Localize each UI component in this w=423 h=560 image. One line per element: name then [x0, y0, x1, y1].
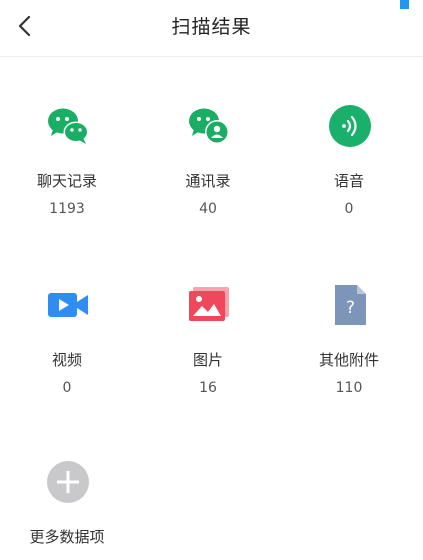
tile-more-data[interactable]: 更多数据项 [2, 460, 132, 555]
tile-count: 0 [62, 380, 72, 396]
tile-contacts[interactable]: 通讯录 40 [143, 104, 273, 229]
image-icon [187, 283, 231, 327]
scan-results-screen: 扫描结果 聊天记录 1193 通讯录 40 语音 0 视频 0 图片 16 ? … [0, 0, 423, 560]
tile-count: 40 [199, 201, 217, 217]
svg-text:?: ? [346, 298, 355, 318]
tile-video[interactable]: 视频 0 [2, 283, 132, 408]
voice-icon [328, 104, 372, 148]
tile-label: 聊天记录 [36, 172, 97, 190]
tile-label: 视频 [51, 351, 82, 369]
tile-chat-records[interactable]: 聊天记录 1193 [2, 104, 132, 229]
header-bar: 扫描结果 [0, 0, 423, 57]
tile-images[interactable]: 图片 16 [143, 283, 273, 408]
video-camera-icon [46, 283, 90, 327]
tile-label: 图片 [192, 351, 223, 369]
tile-label: 通讯录 [185, 172, 231, 190]
tile-count: 1193 [49, 201, 85, 217]
page-title: 扫描结果 [171, 16, 252, 38]
unknown-file-icon: ? [328, 283, 372, 327]
status-indicator [400, 0, 409, 9]
tile-voice[interactable]: 语音 0 [284, 104, 414, 229]
tile-other-attachments[interactable]: ? 其他附件 110 [284, 283, 414, 408]
tile-label: 语音 [333, 172, 364, 190]
tile-count: 0 [344, 201, 354, 217]
tile-count: 16 [199, 380, 217, 396]
wechat-contacts-icon [187, 104, 231, 148]
tile-label: 其他附件 [318, 351, 379, 369]
tile-label: 更多数据项 [29, 528, 105, 546]
wechat-chat-icon [46, 104, 90, 148]
plus-circle-icon [46, 460, 90, 504]
tile-count: 110 [335, 380, 363, 396]
